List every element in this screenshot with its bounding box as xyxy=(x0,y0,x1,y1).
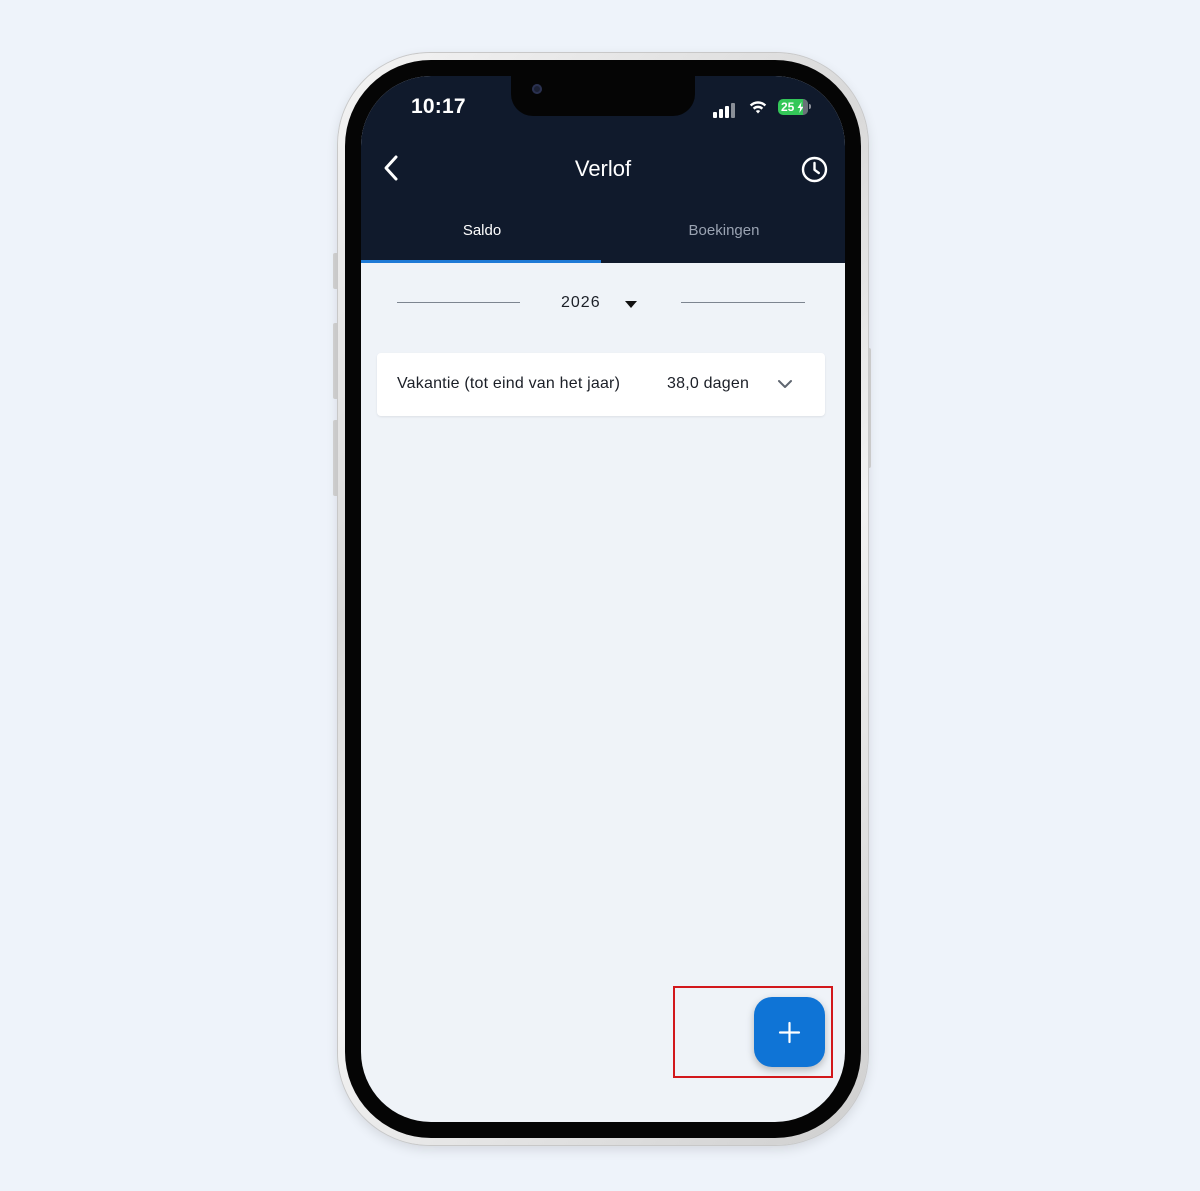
wifi-icon xyxy=(749,101,767,114)
highlight-box xyxy=(673,986,833,1078)
battery-level: 25 xyxy=(781,100,795,114)
back-button[interactable] xyxy=(381,154,403,182)
divider-left xyxy=(397,302,520,303)
tab-boekingen[interactable]: Boekingen xyxy=(603,222,845,239)
active-tab-indicator xyxy=(361,260,601,263)
leave-balance-value: 38,0 dagen xyxy=(667,375,750,392)
chevron-left-icon xyxy=(384,155,398,181)
year-dropdown[interactable]: 2026 xyxy=(551,291,651,315)
battery-tip xyxy=(809,104,811,109)
battery-icon: 25 xyxy=(778,99,808,115)
page-title: Verlof xyxy=(574,156,632,181)
chevron-down-icon[interactable] xyxy=(777,377,793,391)
dropdown-arrow-icon xyxy=(625,301,637,308)
app-header: 10:17 25 Verlof Saldo Boekingen xyxy=(361,76,845,263)
front-camera xyxy=(532,84,542,94)
history-button[interactable] xyxy=(801,156,828,183)
notch xyxy=(511,76,695,116)
clock-icon xyxy=(801,156,828,183)
status-time: 10:17 xyxy=(411,95,466,118)
phone-screen: 10:17 25 Verlof Saldo Boekingen 2026 Vak… xyxy=(361,76,845,1122)
leave-balance-card[interactable]: Vakantie (tot eind van het jaar) 38,0 da… xyxy=(377,353,825,416)
leave-type-label: Vakantie (tot eind van het jaar) xyxy=(397,375,621,392)
tab-saldo[interactable]: Saldo xyxy=(361,222,603,239)
year-value: 2026 xyxy=(561,294,601,311)
divider-right xyxy=(681,302,805,303)
status-icons: 25 xyxy=(713,98,813,118)
stage: 10:17 25 Verlof Saldo Boekingen 2026 Vak… xyxy=(0,0,1200,1191)
